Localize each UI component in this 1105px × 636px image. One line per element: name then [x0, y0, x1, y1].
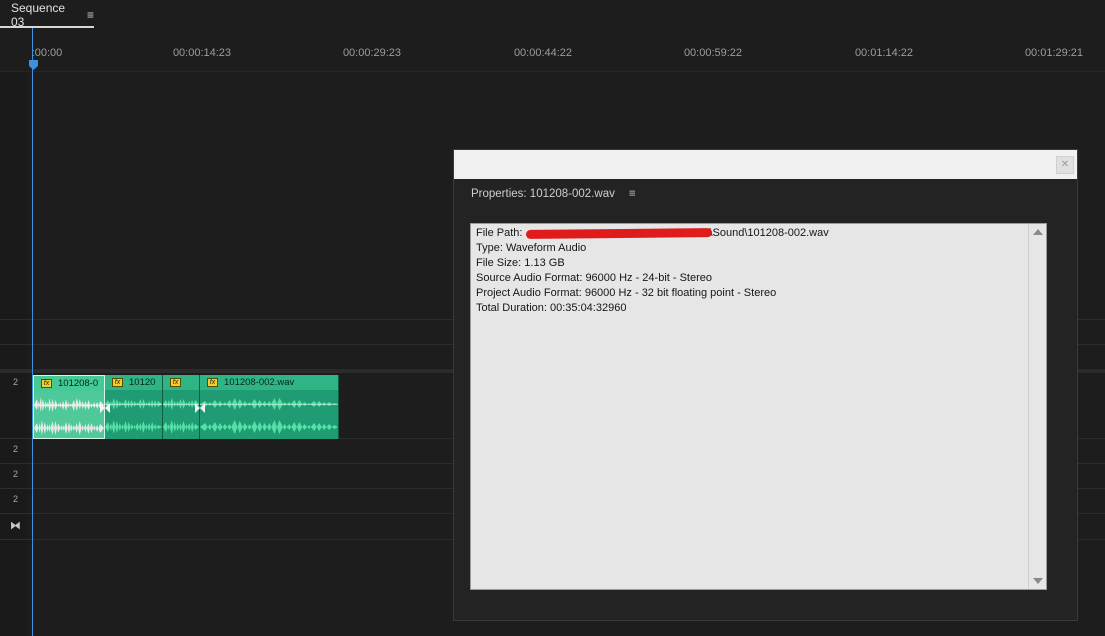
waveform-right: [34, 420, 104, 435]
timecode-label: 00:00:59:22: [683, 47, 743, 59]
time-ruler[interactable]: :00:00 00:00:14:23 00:00:29:23 00:00:44:…: [0, 28, 1105, 72]
timecode-label: 00:01:14:22: [854, 47, 914, 59]
file-size-line: File Size: 1.13 GB: [476, 257, 565, 269]
clip-header: fx 101208-002.wav: [200, 375, 338, 390]
fx-badge-icon: fx: [207, 378, 218, 387]
audio-clip[interactable]: fx 101208-002.wav: [200, 375, 339, 439]
tab-sequence-03[interactable]: Sequence 03 ≡: [0, 1, 94, 29]
properties-text: File Path: \Sound\101208-002.wav Type: Wa…: [476, 226, 829, 316]
fx-badge-icon: fx: [170, 378, 181, 387]
scroll-up-arrow-icon[interactable]: [1033, 229, 1043, 235]
clip-midline: [163, 404, 199, 405]
bowtie-icon[interactable]: ⧓: [10, 519, 21, 532]
timecode-label: 00:00:44:22: [513, 47, 573, 59]
clip-name: 10120: [129, 377, 156, 388]
audio-clip[interactable]: fx: [163, 375, 200, 439]
close-icon[interactable]: ✕: [1056, 156, 1074, 174]
properties-title: Properties: 101208-002.wav: [471, 188, 615, 200]
file-path-line: File Path: \Sound\101208-002.wav: [476, 226, 829, 241]
waveform-right: [200, 420, 338, 434]
type-line: Type: Waveform Audio: [476, 242, 587, 254]
hamburger-icon[interactable]: ≡: [87, 8, 94, 22]
sequence-tab-label: Sequence 03: [11, 1, 66, 29]
timecode-label: 00:00:14:23: [172, 47, 232, 59]
waveform-right: [105, 420, 162, 434]
clip-name: 101208-002.wav: [224, 377, 295, 388]
track-label: 2: [13, 494, 19, 504]
scroll-down-arrow-icon[interactable]: [1033, 578, 1043, 584]
clip-name: 101208-0: [58, 378, 99, 389]
fx-badge-icon: fx: [112, 378, 123, 387]
clip-header: fx 101208-0: [34, 376, 104, 391]
dialog-titlebar[interactable]: ✕: [454, 150, 1077, 179]
properties-dialog: ✕ Properties: 101208-002.wav ≡ File Path…: [453, 149, 1078, 621]
clip-midline: [105, 404, 162, 405]
redaction-mark: [525, 228, 713, 239]
clip-midline: [200, 404, 338, 405]
track-label: 2: [13, 377, 19, 387]
waveform-right: [163, 420, 199, 434]
timecode-label: 00:00:29:23: [342, 47, 402, 59]
timecode-label: :00:00: [31, 47, 63, 59]
file-path-suffix: \Sound\101208-002.wav: [709, 227, 829, 239]
vertical-scrollbar[interactable]: [1028, 224, 1046, 589]
track-label: 2: [13, 469, 19, 479]
properties-content[interactable]: File Path: \Sound\101208-002.wav Type: Wa…: [470, 223, 1047, 590]
total-duration-line: Total Duration: 00:35:04:32960: [476, 302, 627, 314]
clip-midline: [34, 405, 104, 406]
track-label: 2: [13, 444, 19, 454]
source-format-line: Source Audio Format: 96000 Hz - 24-bit -…: [476, 272, 713, 284]
audio-clip[interactable]: fx 10120: [105, 375, 163, 439]
fx-badge-icon: fx: [41, 379, 52, 388]
audio-clip[interactable]: fx 101208-0: [33, 375, 105, 439]
timecode-label: 00:01:29:21: [1024, 47, 1084, 59]
hamburger-icon[interactable]: ≡: [629, 188, 636, 200]
clip-header: fx: [163, 375, 199, 390]
file-path-label: File Path:: [476, 227, 523, 239]
tab-bar: Sequence 03 ≡: [0, 0, 1105, 29]
clip-header: fx 10120: [105, 375, 162, 390]
properties-panel-header: Properties: 101208-002.wav ≡: [471, 188, 636, 200]
project-format-line: Project Audio Format: 96000 Hz - 32 bit …: [476, 287, 777, 299]
